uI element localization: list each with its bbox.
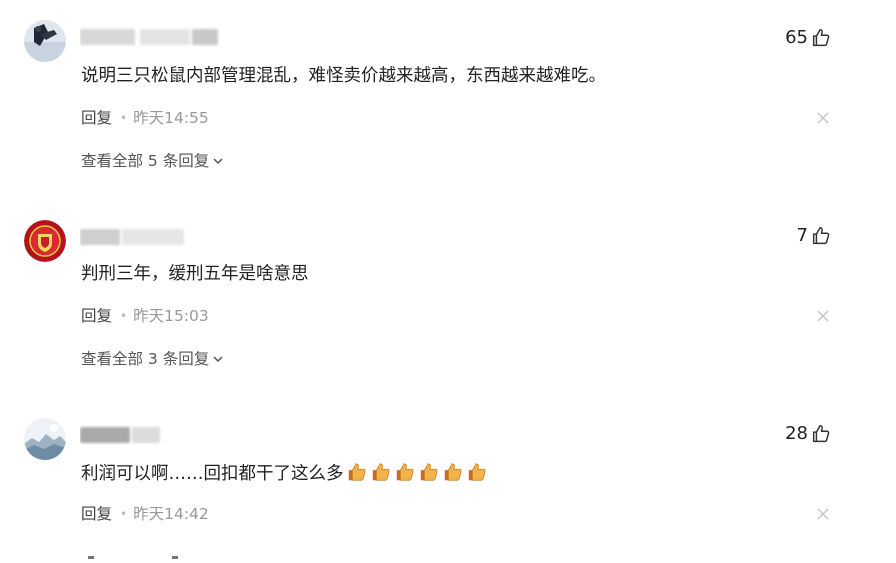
view-all-replies-link[interactable]: 查看全部 5 条回复 [81,151,224,171]
comment-meta: 回复 • 昨天14:55 [81,108,209,128]
avatar[interactable] [24,20,66,62]
chevron-down-icon [213,158,223,165]
comment-text: 利润可以啊……回扣都干了这么多 [81,464,344,484]
separator-dot: • [120,111,128,125]
close-icon[interactable] [816,507,830,521]
comment-time: 昨天15:03 [133,307,209,325]
thumb-up-outline-icon [812,425,830,443]
thumbs-up-emoji-icon [420,463,438,481]
like-button[interactable]: 7 [797,225,832,247]
thumbs-up-emoji-icon [396,463,414,481]
reply-button[interactable]: 回复 [81,504,112,524]
emoji-row [346,461,488,483]
chevron-down-icon [213,356,223,363]
comment-text: 说明三只松鼠内部管理混乱，难怪卖价越来越高，东西越来越难吃。 [81,66,606,86]
like-count: 65 [785,27,808,48]
next-comment-cutoff [80,544,200,559]
separator-dot: • [120,507,128,521]
thumbs-up-emoji-icon [348,463,366,481]
comment-time: 昨天14:55 [133,109,209,127]
separator-dot: • [120,309,128,323]
like-count: 28 [785,423,808,444]
view-all-replies-link[interactable]: 查看全部 3 条回复 [81,349,224,369]
avatar[interactable] [24,418,66,460]
avatar[interactable] [24,220,66,262]
close-icon[interactable] [816,111,830,125]
comment-meta: 回复 • 昨天14:42 [81,504,209,524]
like-button[interactable]: 65 [785,27,832,49]
thumbs-up-emoji-icon [468,463,486,481]
like-count: 7 [796,225,808,246]
comment-meta: 回复 • 昨天15:03 [81,306,209,326]
username-blurred[interactable] [80,26,220,48]
reply-button[interactable]: 回复 [81,108,112,128]
username-blurred[interactable] [80,226,185,248]
comment-text-container: 利润可以啊……回扣都干了这么多 [81,461,488,486]
close-icon[interactable] [816,309,830,323]
reply-button[interactable]: 回复 [81,306,112,326]
thumb-up-outline-icon [812,29,830,47]
thumb-up-outline-icon [812,227,830,245]
view-all-replies-label: 查看全部 5 条回复 [81,152,210,170]
comment-text: 判刑三年，缓刑五年是啥意思 [81,264,309,284]
view-all-replies-label: 查看全部 3 条回复 [81,350,210,368]
comment-time: 昨天14:42 [133,505,209,523]
username-blurred[interactable] [80,424,162,446]
thumbs-up-emoji-icon [372,463,390,481]
like-button[interactable]: 28 [785,423,832,445]
thumbs-up-emoji-icon [444,463,462,481]
